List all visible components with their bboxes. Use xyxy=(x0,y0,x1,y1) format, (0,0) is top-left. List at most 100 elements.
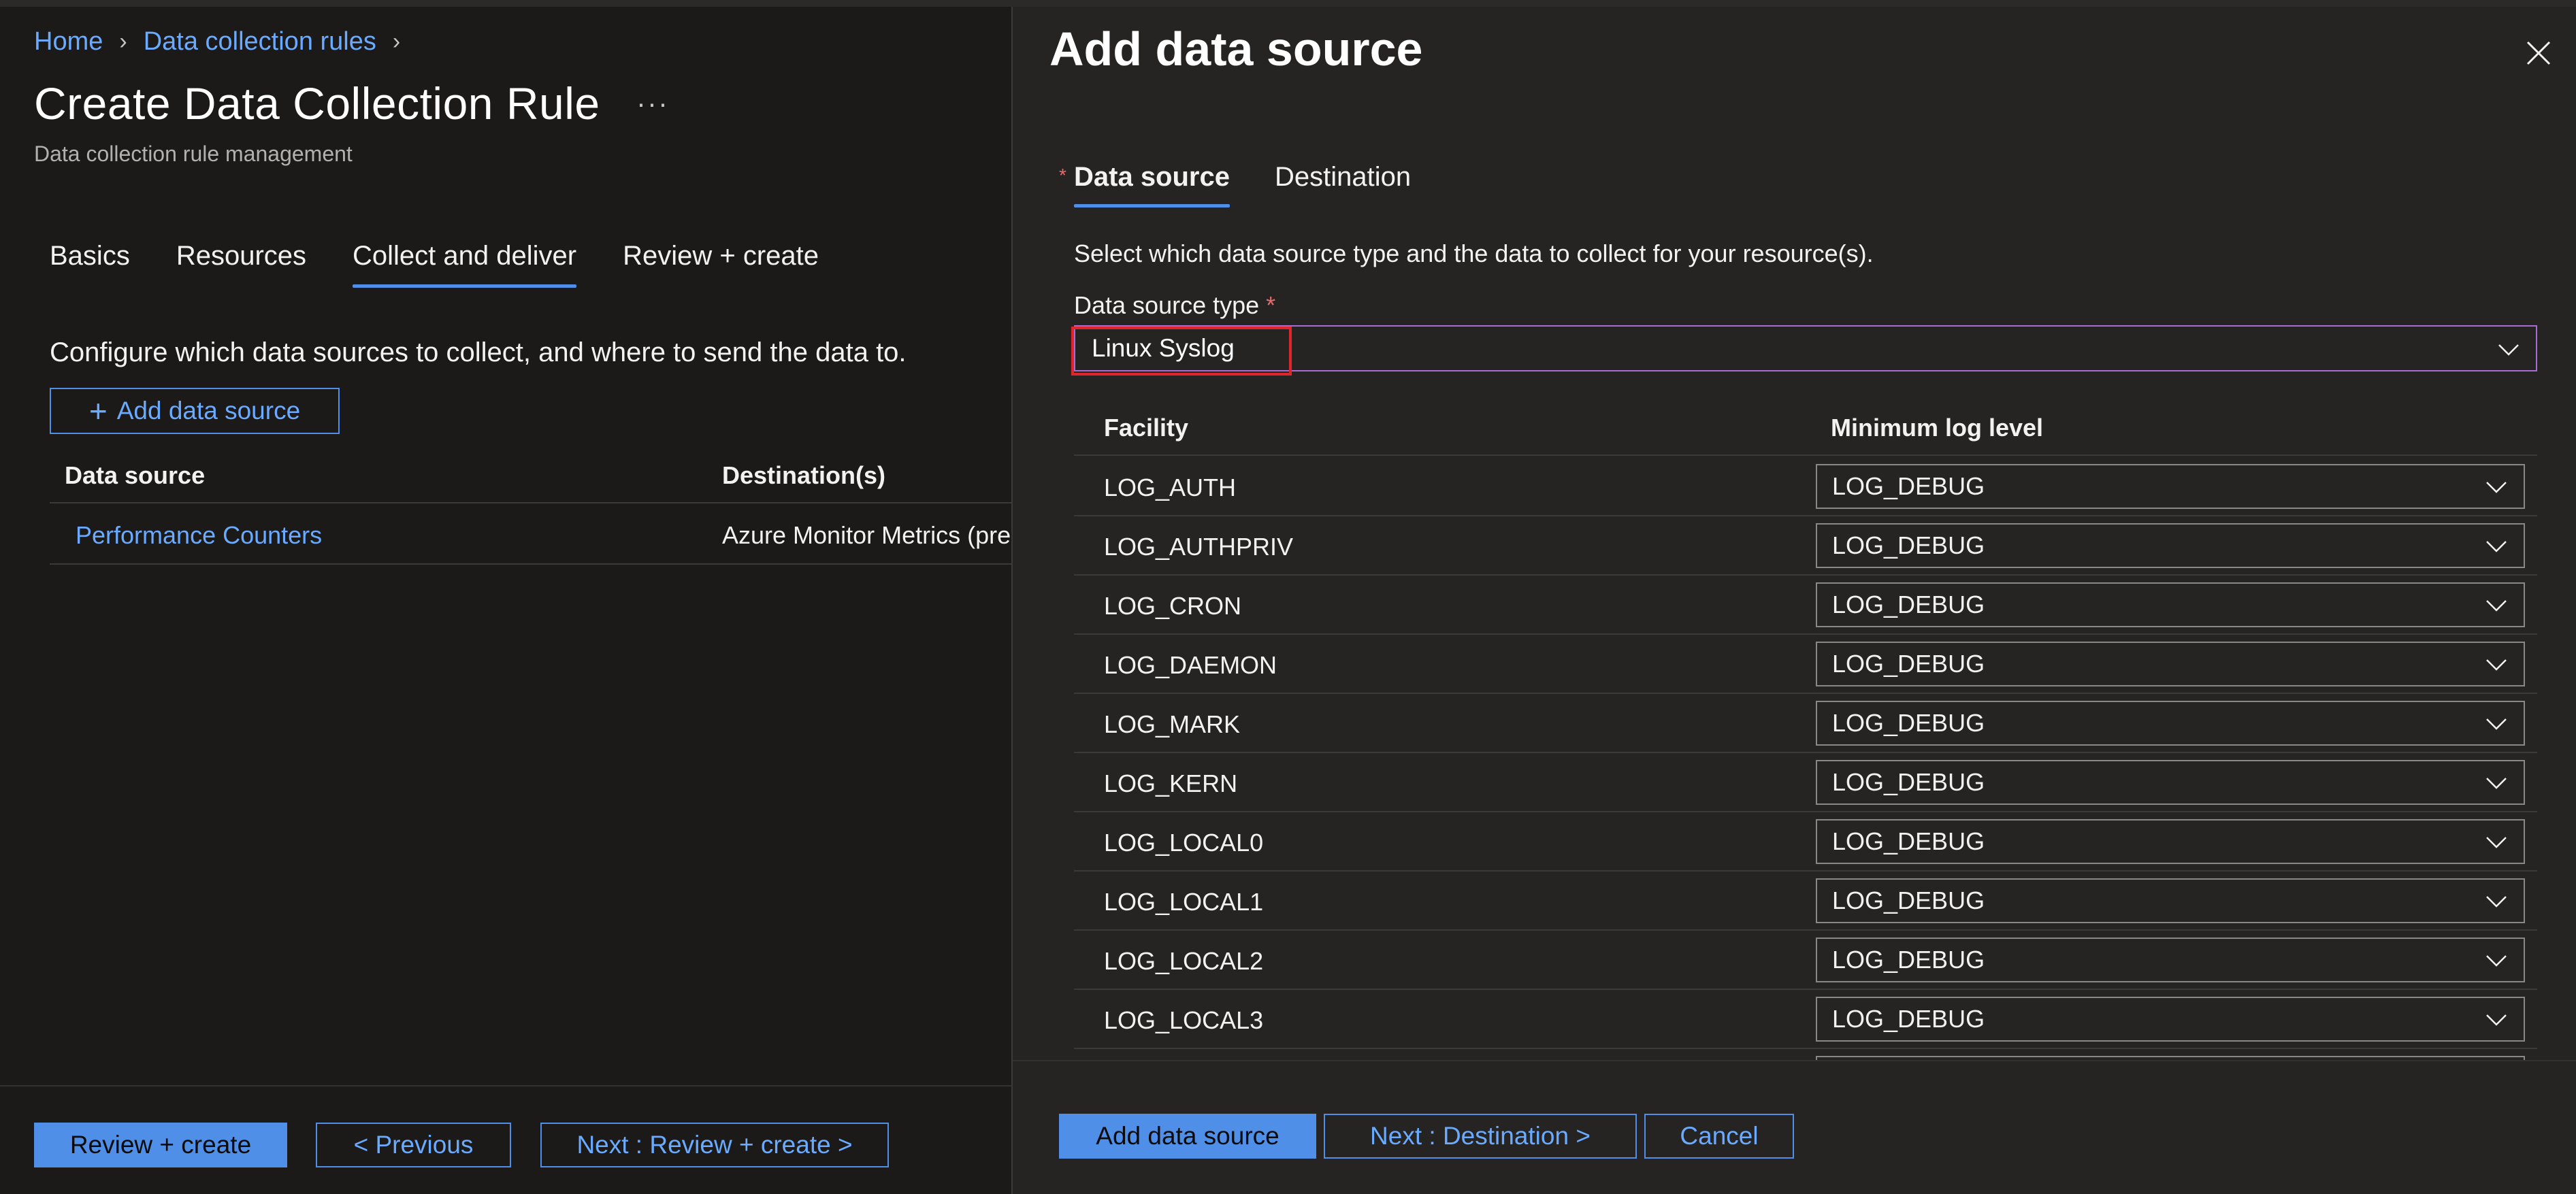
facility-name: LOG_LOCAL1 xyxy=(1104,888,1264,916)
table-row: LOG_MARK LOG_DEBUG xyxy=(1074,694,2537,753)
data-source-type-value: Linux Syslog xyxy=(1092,334,1235,362)
tab-review-create[interactable]: Review + create xyxy=(623,241,819,288)
table-row: LOG_AUTH LOG_DEBUG xyxy=(1074,457,2537,516)
breadcrumb-home[interactable]: Home xyxy=(34,27,103,56)
add-data-source-panel: Add data source * Data source Destinatio… xyxy=(1011,7,2576,1194)
log-level-dropdown[interactable]: LOG_DEBUG xyxy=(1816,819,2525,864)
facility-name: LOG_CRON xyxy=(1104,592,1242,620)
destination-cell: Azure Monitor Metrics (pre xyxy=(722,521,1011,549)
chevron-right-icon: › xyxy=(392,29,401,54)
log-level-value: LOG_DEBUG xyxy=(1832,709,1985,737)
more-options-icon[interactable]: ··· xyxy=(636,87,669,120)
panel-footer: Add data source Next : Destination > Can… xyxy=(1013,1060,2576,1194)
table-row: LOG_AUTHPRIV LOG_DEBUG xyxy=(1074,516,2537,576)
facility-name: LOG_LOCAL2 xyxy=(1104,947,1264,975)
review-create-button[interactable]: Review + create xyxy=(34,1123,287,1167)
log-level-dropdown[interactable]: LOG_DEBUG xyxy=(1816,938,2525,982)
facility-name: LOG_AUTH xyxy=(1104,474,1237,501)
chevron-down-icon xyxy=(2486,955,2507,967)
column-header-data-source: Data source xyxy=(65,461,206,489)
facility-name: LOG_MARK xyxy=(1104,710,1241,738)
next-destination-button[interactable]: Next : Destination > xyxy=(1324,1114,1637,1159)
plus-icon: + xyxy=(88,393,108,429)
required-indicator: * xyxy=(1059,165,1066,186)
log-level-value: LOG_DEBUG xyxy=(1832,650,1985,678)
data-source-link[interactable]: Performance Counters xyxy=(76,521,322,550)
log-level-value: LOG_DEBUG xyxy=(1832,1005,1985,1033)
data-sources-grid-header: Data source Destination(s) xyxy=(50,449,1011,503)
log-level-dropdown[interactable]: LOG_DEBUG xyxy=(1816,523,2525,568)
next-review-create-button[interactable]: Next : Review + create > xyxy=(540,1123,889,1167)
chevron-down-icon xyxy=(2486,1014,2507,1026)
log-level-dropdown[interactable]: LOG_DEBUG xyxy=(1816,997,2525,1042)
wizard-tabs: Basics Resources Collect and deliver Rev… xyxy=(50,241,865,288)
panel-description: Select which data source type and the da… xyxy=(1074,239,1874,267)
chevron-down-icon xyxy=(2486,837,2507,848)
facility-name: LOG_LOCAL0 xyxy=(1104,829,1264,857)
page-title: Create Data Collection Rule xyxy=(34,78,600,129)
breadcrumb-data-collection-rules[interactable]: Data collection rules xyxy=(144,27,376,56)
chevron-down-icon xyxy=(2486,541,2507,552)
log-level-value: LOG_DEBUG xyxy=(1832,531,1985,559)
tab-data-source[interactable]: Data source xyxy=(1074,162,1230,208)
tab-destination[interactable]: Destination xyxy=(1275,162,1411,208)
facility-table-header: Facility Minimum log level xyxy=(1074,397,2537,456)
collect-description: Configure which data sources to collect,… xyxy=(50,337,907,367)
previous-button[interactable]: < Previous xyxy=(316,1123,511,1167)
chevron-down-icon xyxy=(2486,718,2507,730)
log-level-dropdown[interactable]: LOG_DEBUG xyxy=(1816,464,2525,509)
chevron-down-icon xyxy=(2486,600,2507,612)
wizard-footer: Review + create < Previous Next : Review… xyxy=(0,1085,1011,1194)
log-level-value: LOG_DEBUG xyxy=(1832,768,1985,796)
add-data-source-submit-button[interactable]: Add data source xyxy=(1059,1114,1316,1159)
table-row: LOG_LOCAL1 LOG_DEBUG xyxy=(1074,872,2537,931)
panel-title: Add data source xyxy=(1049,22,1423,76)
table-row: Performance Counters Azure Monitor Metri… xyxy=(50,505,1011,565)
data-source-type-dropdown[interactable]: Linux Syslog xyxy=(1074,325,2537,371)
required-indicator: * xyxy=(1266,291,1276,319)
chevron-right-icon: › xyxy=(119,29,127,54)
chevron-down-icon xyxy=(2486,896,2507,908)
tab-collect-and-deliver[interactable]: Collect and deliver xyxy=(353,241,577,288)
column-header-minimum-log-level: Minimum log level xyxy=(1831,414,2044,442)
panel-tabs: Data source Destination xyxy=(1074,162,1456,208)
chevron-down-icon xyxy=(2486,778,2507,789)
log-level-value: LOG_DEBUG xyxy=(1832,886,1985,914)
tab-basics[interactable]: Basics xyxy=(50,241,130,288)
table-row: LOG_DAEMON LOG_DEBUG xyxy=(1074,635,2537,694)
add-data-source-button[interactable]: + Add data source xyxy=(50,388,340,434)
top-strip xyxy=(0,0,2576,7)
facility-name: LOG_DAEMON xyxy=(1104,651,1277,679)
data-source-type-label-text: Data source type xyxy=(1074,291,1260,319)
column-header-facility: Facility xyxy=(1104,414,1189,442)
breadcrumb: Home › Data collection rules › xyxy=(34,27,417,56)
chevron-down-icon xyxy=(2486,482,2507,493)
table-row: LOG_LOCAL3 LOG_DEBUG xyxy=(1074,990,2537,1049)
log-level-value: LOG_DEBUG xyxy=(1832,472,1985,500)
chevron-down-icon xyxy=(2486,659,2507,671)
chevron-down-icon xyxy=(2498,344,2519,356)
data-source-type-label: Data source type * xyxy=(1074,291,1275,320)
page-subtitle: Data collection rule management xyxy=(34,142,353,166)
table-row: LOG_LOCAL2 LOG_DEBUG xyxy=(1074,931,2537,990)
cancel-button[interactable]: Cancel xyxy=(1644,1114,1794,1159)
add-data-source-label: Add data source xyxy=(116,397,301,425)
create-dcr-page: Home › Data collection rules › Create Da… xyxy=(0,7,1011,1194)
log-level-dropdown[interactable]: LOG_DEBUG xyxy=(1816,878,2525,923)
facility-name: LOG_AUTHPRIV xyxy=(1104,533,1294,561)
log-level-value: LOG_DEBUG xyxy=(1832,591,1985,618)
facility-name: LOG_LOCAL3 xyxy=(1104,1006,1264,1034)
table-row: LOG_KERN LOG_DEBUG xyxy=(1074,753,2537,812)
tab-resources[interactable]: Resources xyxy=(176,241,306,288)
log-level-value: LOG_DEBUG xyxy=(1832,827,1985,855)
table-row: LOG_LOCAL0 LOG_DEBUG xyxy=(1074,812,2537,872)
facility-table: LOG_AUTH LOG_DEBUG LOG_AUTHPRIV LOG_DEBUG LO… xyxy=(1074,457,2537,1049)
table-row: LOG_CRON LOG_DEBUG xyxy=(1074,576,2537,635)
log-level-dropdown[interactable]: LOG_DEBUG xyxy=(1816,760,2525,805)
close-icon[interactable] xyxy=(2525,39,2552,67)
log-level-dropdown[interactable]: LOG_DEBUG xyxy=(1816,701,2525,746)
log-level-dropdown[interactable]: LOG_DEBUG xyxy=(1816,582,2525,627)
facility-name: LOG_KERN xyxy=(1104,769,1238,797)
log-level-dropdown[interactable]: LOG_DEBUG xyxy=(1816,642,2525,686)
log-level-value: LOG_DEBUG xyxy=(1832,946,1985,974)
